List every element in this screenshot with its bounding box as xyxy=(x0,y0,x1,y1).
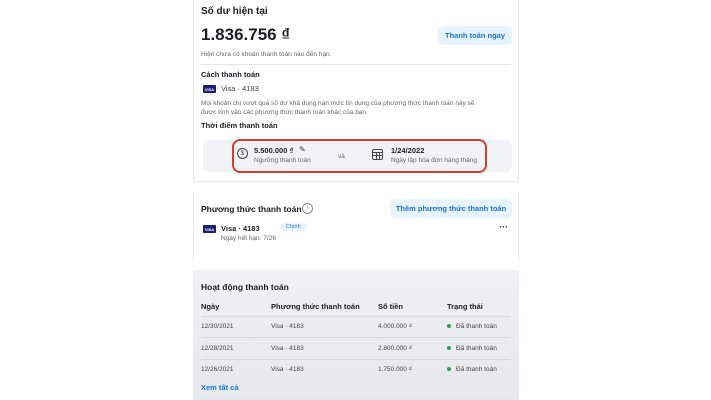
paid-status-dot xyxy=(447,346,451,351)
divider xyxy=(201,64,511,65)
primary-badge: Chính xyxy=(280,223,307,231)
activity-title: Hoạt động thanh toán xyxy=(201,282,289,292)
row-amount: 4.000.000 ₫ xyxy=(378,323,413,330)
col-header-status: Trạng thái xyxy=(447,302,483,311)
row-divider xyxy=(201,316,511,317)
row-date: 12/26/2021 xyxy=(201,366,234,373)
row-amount: 2.800.000 ₫ xyxy=(378,345,413,352)
paid-status-dot xyxy=(447,367,451,372)
card-label: Visa · 4183 xyxy=(221,84,259,93)
expiry-label: Ngày hết hạn: 7/26 xyxy=(221,235,276,242)
balance-title: Số dư hiện tại xyxy=(201,6,268,17)
visa-icon: VISA xyxy=(203,85,216,93)
pay-now-button[interactable]: Thanh toán ngay xyxy=(438,26,512,45)
see-all-link[interactable]: Xem tất cả xyxy=(201,383,239,392)
row-divider xyxy=(201,337,511,338)
row-status: Đã thanh toán xyxy=(447,366,497,373)
payment-note-line2: được tính vào các phương thức thanh toán… xyxy=(201,109,368,116)
billing-time-title: Thời điểm thanh toán xyxy=(201,121,278,130)
row-date: 12/30/2021 xyxy=(201,323,234,330)
col-header-date: Ngày xyxy=(201,302,220,311)
row-status: Đã thanh toán xyxy=(447,323,497,330)
row-amount: 1.750.000 ₫ xyxy=(378,366,413,373)
col-header-method: Phương thức thanh toán xyxy=(271,302,360,311)
payment-method-title: Cách thanh toán xyxy=(201,70,260,79)
row-divider xyxy=(201,359,511,360)
info-icon[interactable]: i xyxy=(302,203,313,214)
row-method: Visa · 4183 xyxy=(271,345,304,352)
payment-methods-title: Phương thức thanh toán xyxy=(201,204,302,214)
method-card-label: Visa · 4183 xyxy=(221,224,260,233)
visa-icon: VISA xyxy=(203,225,216,233)
row-method: Visa · 4183 xyxy=(271,366,304,373)
payment-note-line1: Mọi khoản chi vượt quá số dư khả dụng hạ… xyxy=(201,100,475,107)
paid-status-dot xyxy=(447,324,451,329)
row-method: Visa · 4183 xyxy=(271,323,304,330)
add-payment-method-button[interactable]: Thêm phương thức thanh toán xyxy=(390,199,512,218)
row-status: Đã thanh toán xyxy=(447,345,497,352)
more-options-icon[interactable]: ··· xyxy=(499,222,508,232)
col-header-amount: Số tiền xyxy=(378,302,404,311)
balance-amount: 1.836.756 ₫ xyxy=(201,25,291,44)
balance-note: Hiện chưa có khoản thanh toán nào đến hạ… xyxy=(201,51,332,58)
highlight-box xyxy=(232,139,487,173)
row-date: 12/28/2021 xyxy=(201,345,234,352)
